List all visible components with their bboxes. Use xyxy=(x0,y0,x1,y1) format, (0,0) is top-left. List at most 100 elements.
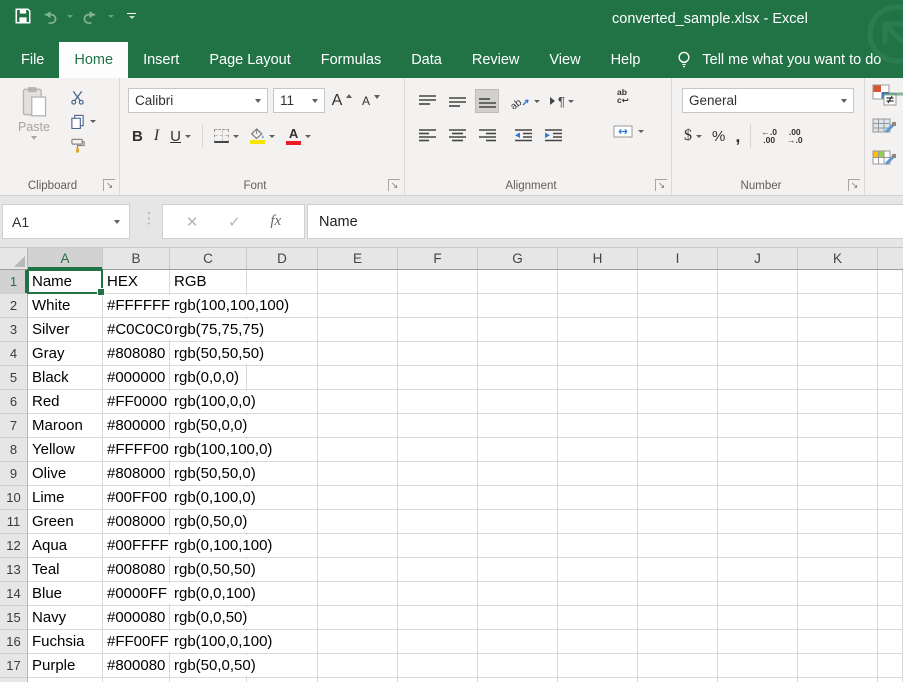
font-dialog-launcher-icon[interactable] xyxy=(388,179,400,191)
cell[interactable]: RGB xyxy=(170,270,247,294)
cell[interactable] xyxy=(318,414,398,438)
cell[interactable] xyxy=(798,462,878,486)
cell[interactable]: rgb(0,50,0) xyxy=(170,510,247,534)
cell[interactable] xyxy=(398,318,478,342)
cell[interactable] xyxy=(798,510,878,534)
cell[interactable] xyxy=(718,342,798,366)
cell[interactable] xyxy=(398,606,478,630)
row-header[interactable]: 16 xyxy=(0,630,28,654)
row-header[interactable]: 15 xyxy=(0,606,28,630)
cell[interactable] xyxy=(247,510,318,534)
cell[interactable] xyxy=(558,294,638,318)
cell[interactable]: White xyxy=(28,294,103,318)
percent-style-button[interactable]: % xyxy=(712,128,725,145)
increase-font-size-button[interactable]: A xyxy=(330,89,354,113)
cell[interactable] xyxy=(318,678,398,682)
cell[interactable]: #FFFF00 xyxy=(103,438,170,462)
cell[interactable] xyxy=(478,606,558,630)
format-as-table-icon[interactable] xyxy=(872,118,898,140)
cell[interactable] xyxy=(478,342,558,366)
cell[interactable]: rgb(100,100,100) xyxy=(170,294,247,318)
format-painter-button[interactable] xyxy=(70,138,96,153)
cell[interactable] xyxy=(247,366,318,390)
cell[interactable] xyxy=(478,582,558,606)
cell[interactable] xyxy=(798,414,878,438)
cell[interactable] xyxy=(558,654,638,678)
cell[interactable]: Navy xyxy=(28,606,103,630)
cell[interactable] xyxy=(638,510,718,534)
cell[interactable] xyxy=(398,342,478,366)
cell[interactable]: Maroon xyxy=(28,414,103,438)
cell[interactable]: Aqua xyxy=(28,534,103,558)
cell[interactable] xyxy=(718,294,798,318)
wrap-text-button[interactable]: ab c↩ xyxy=(617,88,629,104)
cell[interactable]: rgb(0,0,0) xyxy=(170,366,247,390)
cell[interactable]: HEX xyxy=(103,270,170,294)
cell[interactable]: #00FFFF xyxy=(103,534,170,558)
cell-styles-icon[interactable] xyxy=(872,150,898,172)
cell[interactable] xyxy=(718,270,798,294)
ribbon-tab[interactable]: Formulas xyxy=(306,42,396,78)
cell[interactable]: rgb(100,0,0) xyxy=(170,390,247,414)
cell[interactable]: rgb(100,0,100) xyxy=(170,630,247,654)
cell[interactable] xyxy=(718,654,798,678)
align-bottom-button[interactable] xyxy=(475,89,499,113)
cell[interactable] xyxy=(558,558,638,582)
column-header-g[interactable]: G xyxy=(478,248,558,269)
cell[interactable] xyxy=(798,294,878,318)
row-header[interactable]: 7 xyxy=(0,414,28,438)
cell[interactable]: #C0C0C0 xyxy=(103,318,170,342)
cell[interactable] xyxy=(558,270,638,294)
cell[interactable] xyxy=(398,294,478,318)
cell[interactable] xyxy=(798,678,878,682)
cell[interactable] xyxy=(398,462,478,486)
cell[interactable] xyxy=(170,678,247,682)
column-header-c[interactable]: C xyxy=(170,248,247,269)
ribbon-tab[interactable]: Insert xyxy=(128,42,194,78)
cell[interactable] xyxy=(398,558,478,582)
cell[interactable] xyxy=(558,366,638,390)
number-format-combobox[interactable]: General xyxy=(682,88,854,113)
cell[interactable]: Gray xyxy=(28,342,103,366)
cell[interactable]: #800080 xyxy=(103,654,170,678)
redo-dropdown-icon[interactable] xyxy=(108,15,114,18)
row-header[interactable]: 9 xyxy=(0,462,28,486)
cell[interactable] xyxy=(478,678,558,682)
cell[interactable] xyxy=(478,366,558,390)
save-icon[interactable] xyxy=(14,7,32,25)
ribbon-tab[interactable]: Data xyxy=(396,42,457,78)
cell[interactable] xyxy=(798,390,878,414)
cell[interactable] xyxy=(398,366,478,390)
cell[interactable]: Silver xyxy=(28,318,103,342)
cell[interactable] xyxy=(478,438,558,462)
cell[interactable] xyxy=(398,438,478,462)
cell[interactable] xyxy=(478,534,558,558)
ribbon-tab[interactable]: Page Layout xyxy=(194,42,305,78)
cell[interactable] xyxy=(558,486,638,510)
accounting-format-button[interactable]: $ xyxy=(684,127,702,145)
cell[interactable] xyxy=(718,630,798,654)
cell[interactable]: rgb(75,75,75) xyxy=(170,318,247,342)
cell[interactable] xyxy=(718,366,798,390)
cell[interactable]: Name xyxy=(28,270,103,294)
cell[interactable] xyxy=(798,654,878,678)
row-header[interactable]: 4 xyxy=(0,342,28,366)
cell[interactable]: Yellow xyxy=(28,438,103,462)
cell[interactable] xyxy=(798,558,878,582)
cell[interactable] xyxy=(638,534,718,558)
cell[interactable] xyxy=(103,678,170,682)
cell[interactable] xyxy=(798,486,878,510)
cell[interactable] xyxy=(798,366,878,390)
cell[interactable] xyxy=(638,654,718,678)
align-top-button[interactable] xyxy=(415,89,439,113)
cell[interactable] xyxy=(718,606,798,630)
cell[interactable] xyxy=(398,510,478,534)
cell[interactable] xyxy=(718,390,798,414)
italic-button[interactable]: I xyxy=(154,127,159,145)
cell[interactable] xyxy=(638,270,718,294)
cell[interactable] xyxy=(478,270,558,294)
cell[interactable]: #000000 xyxy=(103,366,170,390)
undo-dropdown-icon[interactable] xyxy=(67,15,73,18)
cell[interactable] xyxy=(558,462,638,486)
cell[interactable] xyxy=(558,534,638,558)
